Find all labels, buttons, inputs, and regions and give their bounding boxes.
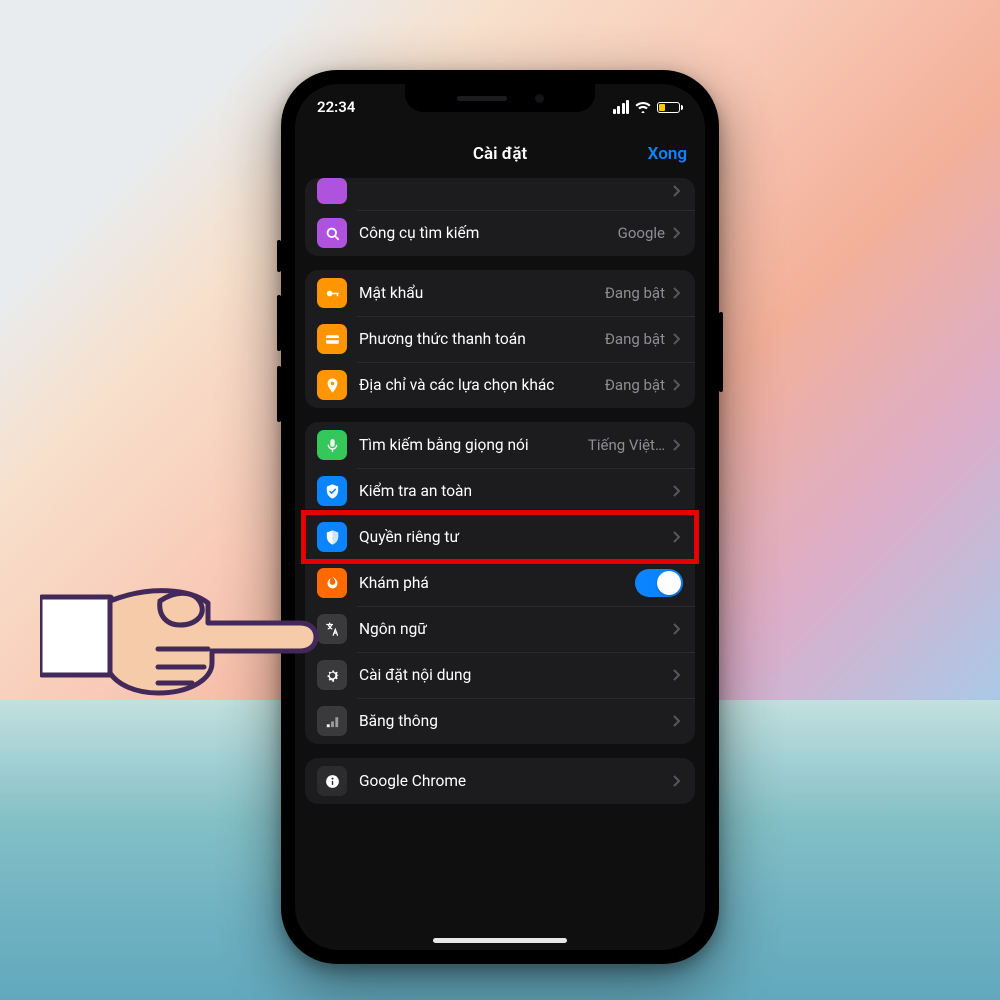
- battery-icon: [657, 102, 683, 113]
- location-pin-icon: [317, 370, 347, 400]
- pointing-hand-illustration: [40, 545, 320, 715]
- wifi-icon: [635, 101, 651, 113]
- purple-icon: [317, 178, 347, 204]
- search-icon: [317, 218, 347, 248]
- row-value: Đang bật: [605, 330, 665, 348]
- status-time: 22:34: [317, 98, 355, 116]
- microphone-icon: [317, 430, 347, 460]
- row-search-engine[interactable]: Công cụ tìm kiếm Google: [305, 210, 695, 256]
- signal-icon: [317, 706, 347, 736]
- shield-icon: [317, 522, 347, 552]
- row-label: Google Chrome: [359, 772, 665, 790]
- row-label: Khám phá: [359, 574, 627, 592]
- row-explore[interactable]: Khám phá: [305, 560, 695, 606]
- row-label: Mật khẩu: [359, 284, 599, 302]
- key-icon: [317, 278, 347, 308]
- chevron-right-icon: [673, 531, 683, 543]
- fire-icon: [317, 568, 347, 598]
- row-safety-check[interactable]: Kiểm tra an toàn: [305, 468, 695, 514]
- chevron-right-icon: [673, 623, 683, 635]
- settings-group-basics: Công cụ tìm kiếm Google: [305, 178, 695, 256]
- notch: [405, 84, 595, 112]
- page-title: Cài đặt: [473, 144, 527, 164]
- phone-screen: 22:34 Cài đặt Xong: [295, 84, 705, 950]
- row-label: Kiểm tra an toàn: [359, 482, 665, 500]
- row-label: Ngôn ngữ: [359, 620, 665, 638]
- row-label: Quyền riêng tư: [359, 528, 665, 546]
- chevron-right-icon: [673, 287, 683, 299]
- cellular-signal-icon: [613, 100, 630, 114]
- row-addresses[interactable]: Địa chỉ và các lựa chọn khác Đang bật: [305, 362, 695, 408]
- row-value: Đang bật: [605, 376, 665, 394]
- row-bandwidth[interactable]: Băng thông: [305, 698, 695, 744]
- home-indicator[interactable]: [433, 938, 567, 943]
- row-label: Tìm kiếm bằng giọng nói: [359, 436, 582, 454]
- settings-group-autofill: Mật khẩu Đang bật Phương thức thanh toán…: [305, 270, 695, 408]
- row-label: Công cụ tìm kiếm: [359, 224, 612, 242]
- credit-card-icon: [317, 324, 347, 354]
- chevron-right-icon: [673, 669, 683, 681]
- row-passwords[interactable]: Mật khẩu Đang bật: [305, 270, 695, 316]
- front-camera: [535, 94, 544, 103]
- row-google-chrome[interactable]: Google Chrome: [305, 758, 695, 804]
- chevron-right-icon: [673, 227, 683, 239]
- chevron-right-icon: [673, 775, 683, 787]
- chevron-right-icon: [673, 185, 683, 197]
- row-label: Địa chỉ và các lựa chọn khác: [359, 376, 599, 394]
- row-language[interactable]: Ngôn ngữ: [305, 606, 695, 652]
- row-value: Tiếng Việt…: [588, 436, 665, 454]
- translate-icon: [317, 614, 347, 644]
- gear-icon: [317, 660, 347, 690]
- chevron-right-icon: [673, 485, 683, 497]
- chevron-right-icon: [673, 333, 683, 345]
- done-button[interactable]: Xong: [648, 144, 687, 164]
- speaker-grille: [457, 96, 507, 101]
- row-content-settings[interactable]: Cài đặt nội dung: [305, 652, 695, 698]
- row-value: Đang bật: [605, 284, 665, 302]
- row-value: Google: [618, 224, 665, 242]
- nav-bar: Cài đặt Xong: [295, 130, 705, 178]
- chevron-right-icon: [673, 715, 683, 727]
- explore-toggle[interactable]: [635, 569, 683, 597]
- row-privacy[interactable]: Quyền riêng tư: [305, 514, 695, 560]
- row-voice-search[interactable]: Tìm kiếm bằng giọng nói Tiếng Việt…: [305, 422, 695, 468]
- settings-group-main: Tìm kiếm bằng giọng nói Tiếng Việt… Kiểm…: [305, 422, 695, 744]
- phone-frame: 22:34 Cài đặt Xong: [281, 70, 719, 964]
- row-label: Phương thức thanh toán: [359, 330, 599, 348]
- chevron-right-icon: [673, 439, 683, 451]
- info-icon: [317, 766, 347, 796]
- shield-check-icon: [317, 476, 347, 506]
- row-clipped[interactable]: [305, 178, 695, 210]
- row-payment-methods[interactable]: Phương thức thanh toán Đang bật: [305, 316, 695, 362]
- chevron-right-icon: [673, 379, 683, 391]
- row-label: Băng thông: [359, 712, 665, 730]
- settings-group-about: Google Chrome: [305, 758, 695, 804]
- row-label: Cài đặt nội dung: [359, 666, 665, 684]
